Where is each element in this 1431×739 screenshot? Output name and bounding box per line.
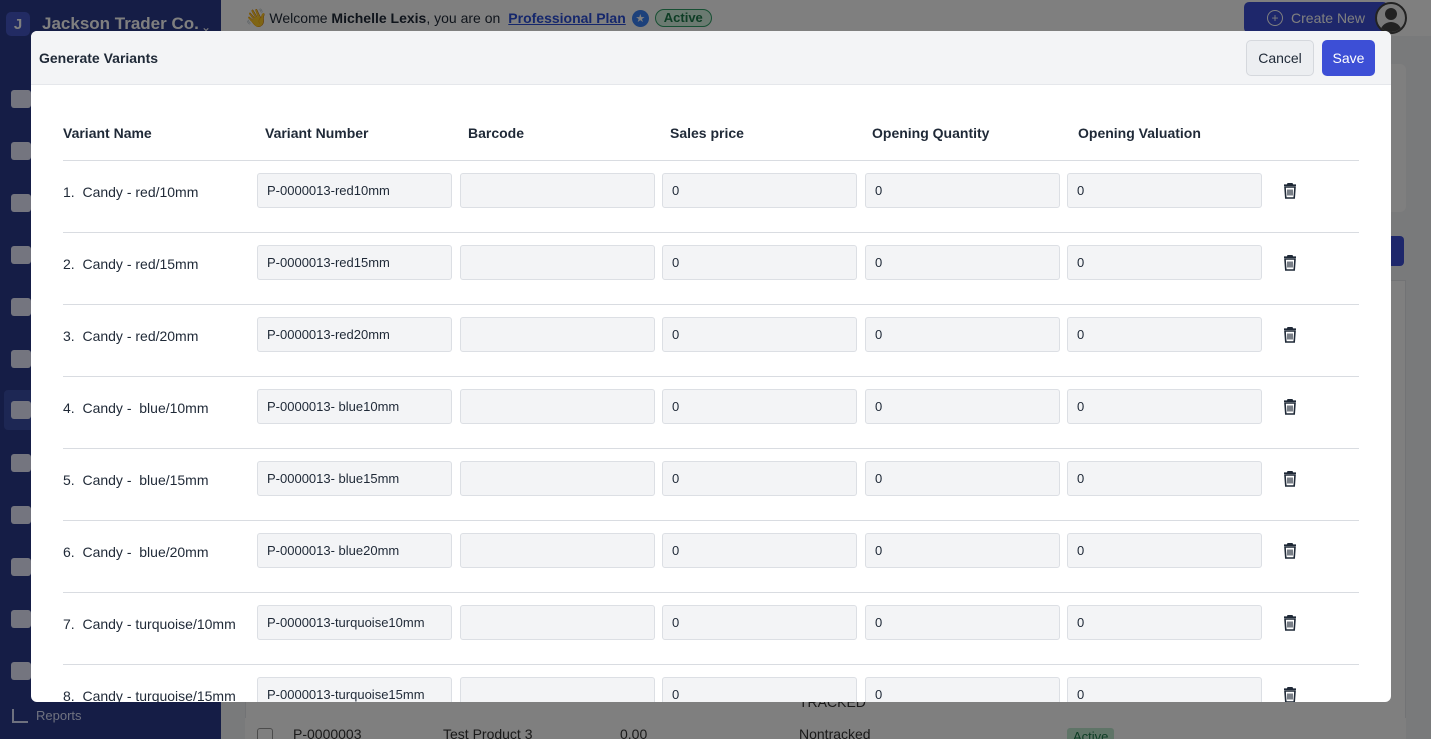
cancel-button[interactable]: Cancel [1246, 40, 1314, 76]
barcode-input[interactable] [460, 533, 655, 568]
variant-number-input[interactable] [257, 605, 452, 640]
variant-number-input[interactable] [257, 677, 452, 702]
sales-price-input[interactable] [662, 533, 857, 568]
variant-number-input[interactable] [257, 389, 452, 424]
variant-name: 4. Candy - blue/10mm [63, 400, 209, 416]
column-header-variant-number: Variant Number [265, 125, 369, 141]
trash-icon[interactable] [1283, 470, 1297, 487]
table-row: 1. Candy - red/10mm [63, 161, 1359, 233]
variant-name: 2. Candy - red/15mm [63, 256, 199, 272]
trash-icon[interactable] [1283, 254, 1297, 271]
variant-name: 5. Candy - blue/15mm [63, 472, 209, 488]
table-row: 2. Candy - red/15mm [63, 233, 1359, 305]
opening-quantity-input[interactable] [865, 245, 1060, 280]
opening-valuation-input[interactable] [1067, 389, 1262, 424]
sales-price-input[interactable] [662, 461, 857, 496]
barcode-input[interactable] [460, 317, 655, 352]
trash-icon[interactable] [1283, 326, 1297, 343]
variant-name: 6. Candy - blue/20mm [63, 544, 209, 560]
opening-quantity-input[interactable] [865, 389, 1060, 424]
barcode-input[interactable] [460, 677, 655, 702]
sales-price-input[interactable] [662, 605, 857, 640]
table-row: 4. Candy - blue/10mm [63, 377, 1359, 449]
opening-valuation-input[interactable] [1067, 173, 1262, 208]
trash-icon[interactable] [1283, 542, 1297, 559]
variant-number-input[interactable] [257, 245, 452, 280]
sales-price-input[interactable] [662, 245, 857, 280]
trash-icon[interactable] [1283, 614, 1297, 631]
table-row: 8. Candy - turquoise/15mm [63, 665, 1359, 702]
opening-valuation-input[interactable] [1067, 461, 1262, 496]
table-row: 6. Candy - blue/20mm [63, 521, 1359, 593]
variant-name: 3. Candy - red/20mm [63, 328, 199, 344]
table-row: 7. Candy - turquoise/10mm [63, 593, 1359, 665]
barcode-input[interactable] [460, 245, 655, 280]
table-header: Variant Name Variant Number Barcode Sale… [63, 85, 1359, 161]
trash-icon[interactable] [1283, 182, 1297, 199]
column-header-sales-price: Sales price [670, 125, 744, 141]
barcode-input[interactable] [460, 389, 655, 424]
modal-header: Generate Variants Cancel Save [31, 31, 1391, 85]
variant-name: 7. Candy - turquoise/10mm [63, 616, 236, 632]
sales-price-input[interactable] [662, 317, 857, 352]
modal-title: Generate Variants [39, 50, 159, 66]
opening-quantity-input[interactable] [865, 605, 1060, 640]
column-header-barcode: Barcode [468, 125, 525, 141]
barcode-input[interactable] [460, 605, 655, 640]
opening-valuation-input[interactable] [1067, 533, 1262, 568]
opening-quantity-input[interactable] [865, 677, 1060, 702]
variant-number-input[interactable] [257, 173, 452, 208]
column-header-opening-valuation: Opening Valuation [1078, 125, 1201, 141]
variant-number-input[interactable] [257, 317, 452, 352]
table-row: 3. Candy - red/20mm [63, 305, 1359, 377]
sales-price-input[interactable] [662, 173, 857, 208]
opening-quantity-input[interactable] [865, 533, 1060, 568]
trash-icon[interactable] [1283, 398, 1297, 415]
variants-body: 1. Candy - red/10mm 2. Candy - red/15mm … [63, 161, 1359, 702]
variant-number-input[interactable] [257, 461, 452, 496]
opening-valuation-input[interactable] [1067, 605, 1262, 640]
variant-name: 1. Candy - red/10mm [63, 184, 199, 200]
generate-variants-modal: Generate Variants Cancel Save Variant Na… [31, 31, 1391, 702]
opening-quantity-input[interactable] [865, 317, 1060, 352]
sales-price-input[interactable] [662, 389, 857, 424]
table-row: 5. Candy - blue/15mm [63, 449, 1359, 521]
opening-valuation-input[interactable] [1067, 677, 1262, 702]
variants-table: Variant Name Variant Number Barcode Sale… [63, 85, 1359, 702]
opening-valuation-input[interactable] [1067, 245, 1262, 280]
column-header-variant-name: Variant Name [63, 125, 152, 141]
trash-icon[interactable] [1283, 686, 1297, 702]
barcode-input[interactable] [460, 461, 655, 496]
opening-valuation-input[interactable] [1067, 317, 1262, 352]
variant-name: 8. Candy - turquoise/15mm [63, 688, 236, 702]
column-header-opening-quantity: Opening Quantity [872, 125, 990, 141]
opening-quantity-input[interactable] [865, 461, 1060, 496]
sales-price-input[interactable] [662, 677, 857, 702]
variant-number-input[interactable] [257, 533, 452, 568]
barcode-input[interactable] [460, 173, 655, 208]
save-button[interactable]: Save [1322, 40, 1375, 76]
opening-quantity-input[interactable] [865, 173, 1060, 208]
